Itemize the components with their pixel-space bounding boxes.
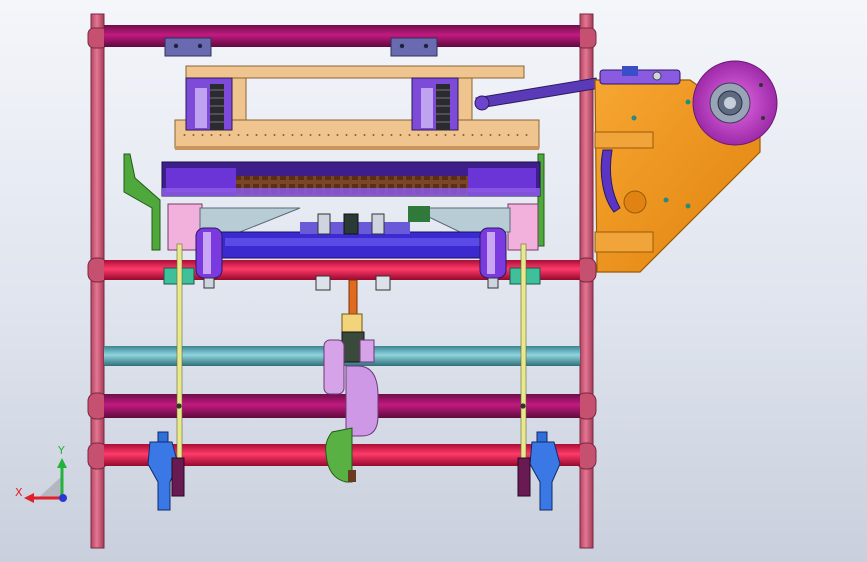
cad-viewport[interactable]: Y X xyxy=(0,0,867,562)
triad-x-label: X xyxy=(15,486,23,499)
carriage-gear-left[interactable] xyxy=(185,77,233,131)
press-head[interactable] xyxy=(161,161,541,197)
top-bracket-left[interactable] xyxy=(164,37,212,57)
triad-y-label: Y xyxy=(57,444,65,457)
top-bracket-right[interactable] xyxy=(390,37,438,57)
magenta-rail[interactable] xyxy=(104,394,580,418)
carriage-gear-right[interactable] xyxy=(411,77,459,131)
frame-post-left[interactable] xyxy=(87,13,108,549)
tie-rod-left[interactable] xyxy=(176,243,183,465)
frame-post-right[interactable] xyxy=(576,13,597,549)
green-side-plate-left[interactable] xyxy=(123,153,161,251)
orientation-triad: Y X xyxy=(15,444,67,503)
motor-housing[interactable] xyxy=(599,66,681,85)
tie-rod-right[interactable] xyxy=(520,243,527,465)
triad-z-axis xyxy=(59,494,67,502)
green-cam[interactable] xyxy=(325,427,356,483)
drive-disc[interactable] xyxy=(692,60,778,146)
